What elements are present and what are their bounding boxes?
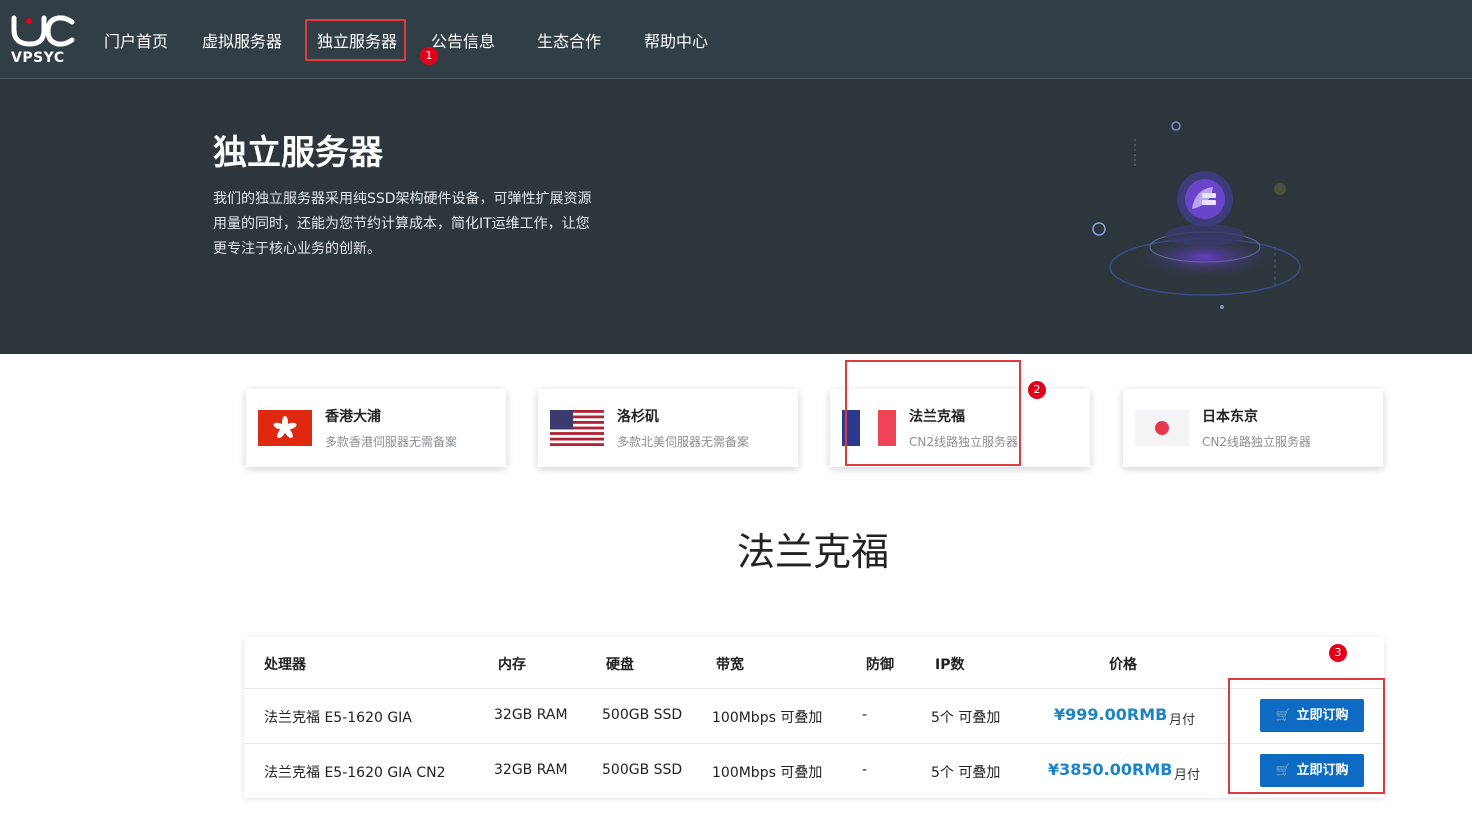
cell-defense: - (862, 762, 868, 778)
location-subtitle: 多款北美伺服器无需备案 (617, 435, 750, 449)
cell-bandwidth: 100Mbps 可叠加 (712, 765, 823, 781)
hero-description: 我们的独立服务器采用纯SSD架构硬件设备，可弹性扩展资源 用量的同时，还能为您节… (213, 187, 603, 262)
location-card-hongkong[interactable]: 香港大浦 多款香港伺服器无需备案 (246, 389, 506, 467)
top-nav: VPSYC 门户首页 虚拟服务器 独立服务器 公告信息 生态合作 帮助中心 1 (0, 0, 1472, 79)
table-row: 法兰克福 E5-1620 GIA 32GB RAM 500GB SSD 100M… (244, 689, 1384, 744)
server-illustration-icon (1092, 121, 1301, 309)
table-row: 法兰克福 E5-1620 GIA CN2 32GB RAM 500GB SSD … (244, 744, 1384, 798)
nav-item-help-center[interactable]: 帮助中心 (644, 28, 708, 51)
highlight-box-order (1228, 678, 1385, 794)
us-flag-icon (550, 410, 604, 446)
cell-ip: 5个 可叠加 (931, 765, 1001, 781)
hero-desc-line: 用量的同时，还能为您节约计算成本，简化IT运维工作，让您 (213, 216, 590, 232)
nav-item-ecosystem[interactable]: 生态合作 (537, 28, 601, 51)
cell-ram: 32GB RAM (494, 707, 568, 723)
nav-item-home[interactable]: 门户首页 (104, 28, 168, 51)
table-header-row: 处理器 内存 硬盘 带宽 防御 IP数 价格 (244, 637, 1384, 689)
cell-ip: 5个 可叠加 (931, 710, 1001, 726)
hero-desc-line: 我们的独立服务器采用纯SSD架构硬件设备，可弹性扩展资源 (213, 191, 592, 207)
header-bandwidth: 带宽 (716, 657, 744, 673)
vpsyc-logo[interactable]: VPSYC (10, 14, 76, 70)
logo-mark-icon (11, 15, 75, 47)
header-ram: 内存 (498, 657, 526, 673)
cell-defense: - (862, 707, 868, 723)
location-subtitle: 多款香港伺服器无需备案 (325, 435, 458, 449)
header-defense: 防御 (866, 657, 894, 673)
location-title: 洛杉矶 (617, 409, 659, 425)
cell-price: ¥999.00RMB (1054, 705, 1168, 724)
step-marker-3: 3 (1329, 644, 1347, 662)
hero-title: 独立服务器 (213, 133, 383, 173)
cell-period: 月付 (1174, 768, 1201, 783)
step-marker-1: 1 (420, 47, 438, 65)
location-title: 香港大浦 (325, 409, 381, 425)
jp-flag-icon (1135, 410, 1189, 446)
header-disk: 硬盘 (606, 657, 634, 673)
hk-flag-icon (258, 410, 312, 446)
logo-text: VPSYC (11, 50, 65, 66)
highlight-box-nav (305, 19, 406, 61)
location-subtitle: CN2线路独立服务器 (1202, 435, 1311, 449)
header-cpu: 处理器 (264, 657, 306, 673)
cell-period: 月付 (1169, 713, 1196, 728)
highlight-box-location (845, 360, 1021, 466)
cell-disk: 500GB SSD (602, 707, 683, 723)
location-title: 日本东京 (1202, 409, 1258, 425)
header-ip: IP数 (935, 657, 965, 673)
header-price: 价格 (1109, 657, 1137, 673)
cell-bandwidth: 100Mbps 可叠加 (712, 710, 823, 726)
cell-disk: 500GB SSD (602, 762, 683, 778)
section-title: 法兰克福 (736, 530, 889, 574)
nav-item-virtual-server[interactable]: 虚拟服务器 (202, 28, 282, 51)
step-marker-2: 2 (1028, 381, 1046, 399)
hero-desc-line: 更专注于核心业务的创新。 (213, 241, 381, 257)
hero-banner: 独立服务器 我们的独立服务器采用纯SSD架构硬件设备，可弹性扩展资源 用量的同时… (0, 79, 1472, 354)
cell-cpu: 法兰克福 E5-1620 GIA (264, 710, 412, 726)
nav-item-announcements[interactable]: 公告信息 (431, 28, 495, 51)
location-card-losangeles[interactable]: 洛杉矶 多款北美伺服器无需备案 (538, 389, 798, 467)
cell-price: ¥3850.00RMB (1048, 760, 1173, 779)
location-card-tokyo[interactable]: 日本东京 CN2线路独立服务器 (1123, 389, 1383, 467)
pricing-table: 处理器 内存 硬盘 带宽 防御 IP数 价格 法兰克福 E5-1620 GIA … (244, 637, 1384, 798)
cell-cpu: 法兰克福 E5-1620 GIA CN2 (264, 765, 446, 781)
cell-ram: 32GB RAM (494, 762, 568, 778)
